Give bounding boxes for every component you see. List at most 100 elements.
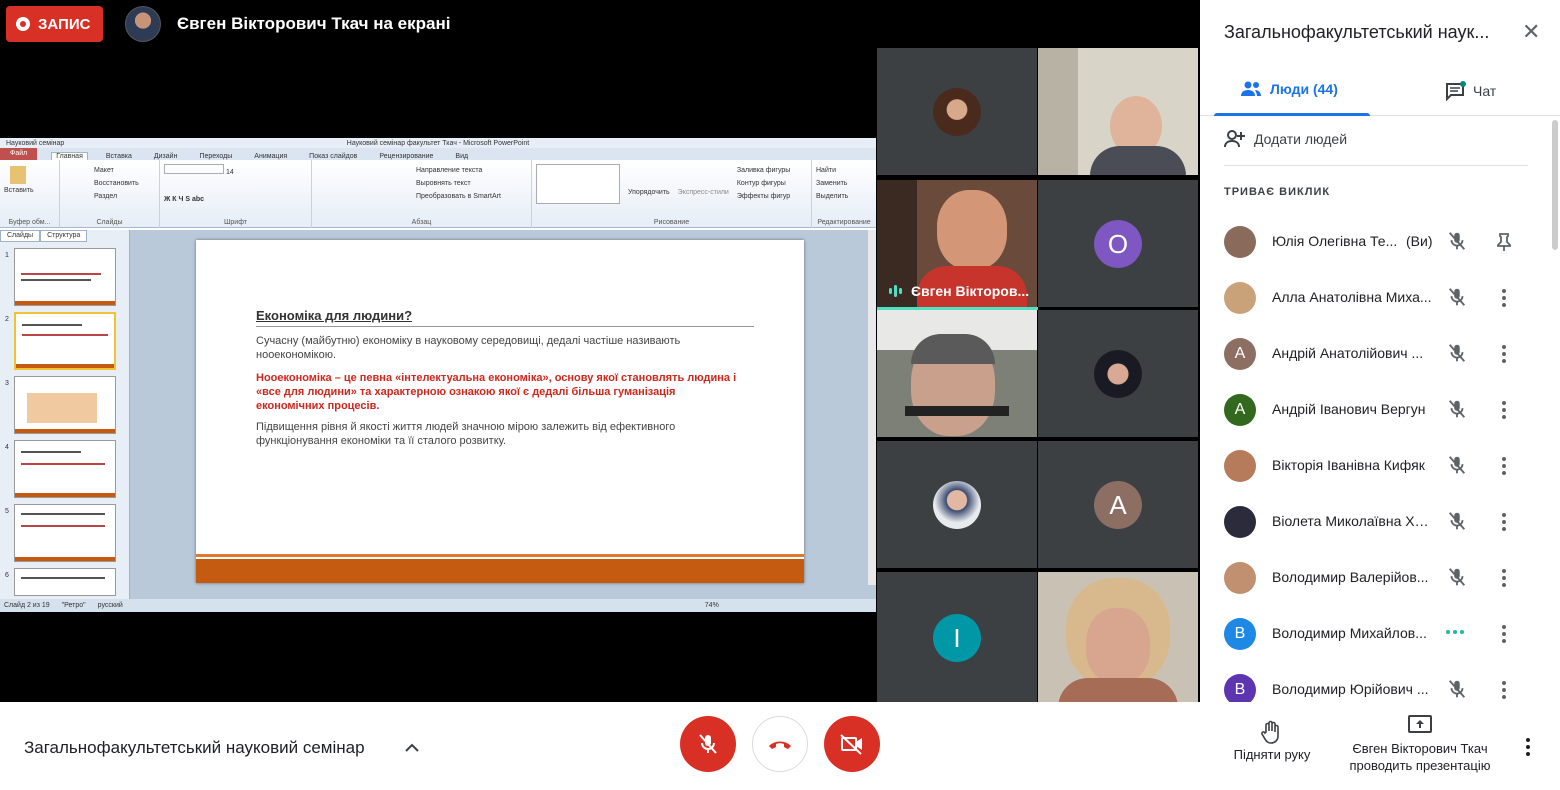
- replace-button[interactable]: Заменить: [816, 177, 872, 190]
- participant-tile[interactable]: O: [1038, 180, 1198, 307]
- participant-row[interactable]: Юлія Олегівна Те... (Ви): [1200, 214, 1560, 270]
- reset-button[interactable]: Восстановить: [94, 177, 155, 190]
- panel-tab-outline[interactable]: Структура: [40, 230, 88, 242]
- font-size-select[interactable]: 14: [226, 169, 234, 176]
- more-options-icon[interactable]: [1500, 566, 1508, 590]
- more-options-icon[interactable]: [1500, 454, 1508, 478]
- paste-icon[interactable]: [10, 166, 26, 184]
- add-people-button[interactable]: Додати людей: [1224, 130, 1347, 148]
- align-text-button[interactable]: Выровнять текст: [416, 177, 527, 190]
- mic-off-icon: [1446, 230, 1468, 257]
- panel-tab-slides[interactable]: Слайды: [0, 230, 41, 242]
- more-options-icon[interactable]: [1500, 510, 1508, 534]
- more-options-icon[interactable]: [1500, 398, 1508, 422]
- font-family-select[interactable]: [164, 164, 224, 174]
- participant-row[interactable]: Вікторія Іванівна Кифяк: [1200, 438, 1560, 494]
- participant-row[interactable]: Володимир Валерійов...: [1200, 550, 1560, 606]
- slide-thumbnail[interactable]: [14, 248, 116, 306]
- more-options-icon[interactable]: [1500, 286, 1508, 310]
- tab-slideshow[interactable]: Показ слайдов: [305, 153, 361, 160]
- arrange-button[interactable]: Упорядочить: [628, 164, 670, 204]
- more-options-icon[interactable]: [1500, 678, 1508, 702]
- top-bar: ЗАПИС Євген Вікторович Ткач на екрані: [0, 0, 1200, 48]
- close-icon[interactable]: ✕: [1522, 21, 1540, 43]
- participant-tile[interactable]: I: [877, 572, 1037, 702]
- slide-counter: Слайд 2 из 19: [4, 602, 50, 609]
- chevron-up-icon[interactable]: [404, 740, 420, 756]
- tab-view[interactable]: Вид: [451, 153, 472, 160]
- ribbon-tabs: Файл Главная Вставка Дизайн Переходы Ани…: [0, 148, 876, 160]
- shape-fill-button[interactable]: Заливка фигуры: [737, 164, 790, 177]
- add-people-label: Додати людей: [1254, 131, 1348, 147]
- participant-tile[interactable]: [1038, 310, 1198, 437]
- more-options-icon[interactable]: [1500, 622, 1508, 646]
- panel-scrollbar[interactable]: [1552, 120, 1558, 250]
- present-now-button[interactable]: Євген Вікторович Ткач проводить презента…: [1340, 714, 1500, 774]
- tab-insert[interactable]: Вставка: [102, 153, 136, 160]
- participant-row[interactable]: Віолета Миколаївна Ха...: [1200, 494, 1560, 550]
- more-options-icon[interactable]: [1526, 738, 1530, 756]
- tab-people[interactable]: Люди (44): [1240, 81, 1338, 97]
- tab-chat[interactable]: Чат: [1445, 81, 1496, 101]
- participant-row[interactable]: А Андрій Анатолійович ...: [1200, 326, 1560, 382]
- people-panel: Загальнофакультетський наук... ✕ Люди (4…: [1200, 0, 1560, 706]
- select-button[interactable]: Выделить: [816, 190, 872, 203]
- tab-home[interactable]: Главная: [51, 152, 88, 160]
- shared-screen: Науковий семінар Науковий семінар факуль…: [0, 138, 876, 612]
- participant-avatar: [1224, 562, 1256, 594]
- participant-tile[interactable]: A: [1038, 441, 1198, 568]
- participant-name: Юлія Олегівна Те...: [1272, 233, 1398, 249]
- participant-tile[interactable]: [877, 441, 1037, 568]
- shapes-gallery[interactable]: [536, 164, 620, 204]
- panel-tabs: Люди (44) Чат: [1200, 62, 1560, 116]
- theme-name: "Ретро": [61, 602, 86, 609]
- meeting-name[interactable]: Загальнофакультетський науковий семінар: [24, 738, 365, 758]
- zoom-level[interactable]: 74%: [705, 602, 719, 609]
- layout-button[interactable]: Макет: [94, 164, 155, 177]
- camera-button[interactable]: [824, 716, 880, 772]
- slide-thumbnail[interactable]: [14, 568, 116, 596]
- raise-hand-button[interactable]: Підняти руку: [1228, 720, 1316, 762]
- tab-transitions[interactable]: Переходы: [195, 153, 236, 160]
- participant-name: Віолета Миколаївна Ха...: [1272, 513, 1432, 529]
- leave-call-button[interactable]: [752, 716, 808, 772]
- slide-thumbnail[interactable]: [14, 440, 116, 498]
- participant-tile-active[interactable]: Євген Вікторов...: [877, 180, 1037, 307]
- participant-row[interactable]: В Володимир Михайлов...: [1200, 606, 1560, 662]
- tab-chat-label: Чат: [1473, 83, 1497, 99]
- slide-thumbnail-active[interactable]: [14, 312, 116, 370]
- find-button[interactable]: Найти: [816, 164, 872, 177]
- slide-footer-line: [196, 554, 804, 557]
- tab-animation[interactable]: Анимация: [250, 153, 291, 160]
- quick-styles-button[interactable]: Экспресс-стили: [678, 164, 729, 204]
- presenter-title: Євген Вікторович Ткач на екрані: [177, 14, 451, 33]
- video-glasses: [905, 406, 1009, 416]
- participant-tile[interactable]: [877, 48, 1037, 175]
- participant-row[interactable]: А Андрій Іванович Вергун: [1200, 382, 1560, 438]
- paste-button[interactable]: Вставить: [4, 187, 34, 194]
- more-options-icon[interactable]: [1500, 342, 1508, 366]
- smartart-button[interactable]: Преобразовать в SmartArt: [416, 190, 527, 203]
- section-button[interactable]: Раздел: [94, 190, 155, 203]
- current-slide[interactable]: Економіка для людини? Сучасну (майбутню)…: [196, 240, 804, 583]
- slide-paragraph-2: Нооекономіка – це певна «інтелектуальна …: [256, 372, 737, 412]
- group-label: Буфер обм...: [8, 219, 51, 226]
- shape-effects-button[interactable]: Эффекты фигур: [737, 190, 790, 203]
- tab-design[interactable]: Дизайн: [150, 153, 182, 160]
- microphone-button[interactable]: [680, 716, 736, 772]
- slide-thumbnail[interactable]: [14, 504, 116, 562]
- participant-tile[interactable]: [1038, 48, 1198, 175]
- participant-row[interactable]: Алла Анатолівна Миха...: [1200, 270, 1560, 326]
- shape-outline-button[interactable]: Контур фигуры: [737, 177, 790, 190]
- recording-badge[interactable]: ЗАПИС: [6, 6, 103, 42]
- participant-tile[interactable]: [877, 310, 1037, 437]
- participant-avatar: В: [1224, 618, 1256, 650]
- editor-scrollbar[interactable]: [868, 230, 876, 585]
- video-face: [937, 190, 1007, 270]
- tab-file[interactable]: Файл: [0, 148, 38, 160]
- participant-tile[interactable]: [1038, 572, 1198, 702]
- slide-thumbnail[interactable]: [14, 376, 116, 434]
- text-direction-button[interactable]: Направление текста: [416, 164, 527, 177]
- tab-review[interactable]: Рецензирование: [375, 153, 437, 160]
- pin-icon[interactable]: [1497, 230, 1511, 254]
